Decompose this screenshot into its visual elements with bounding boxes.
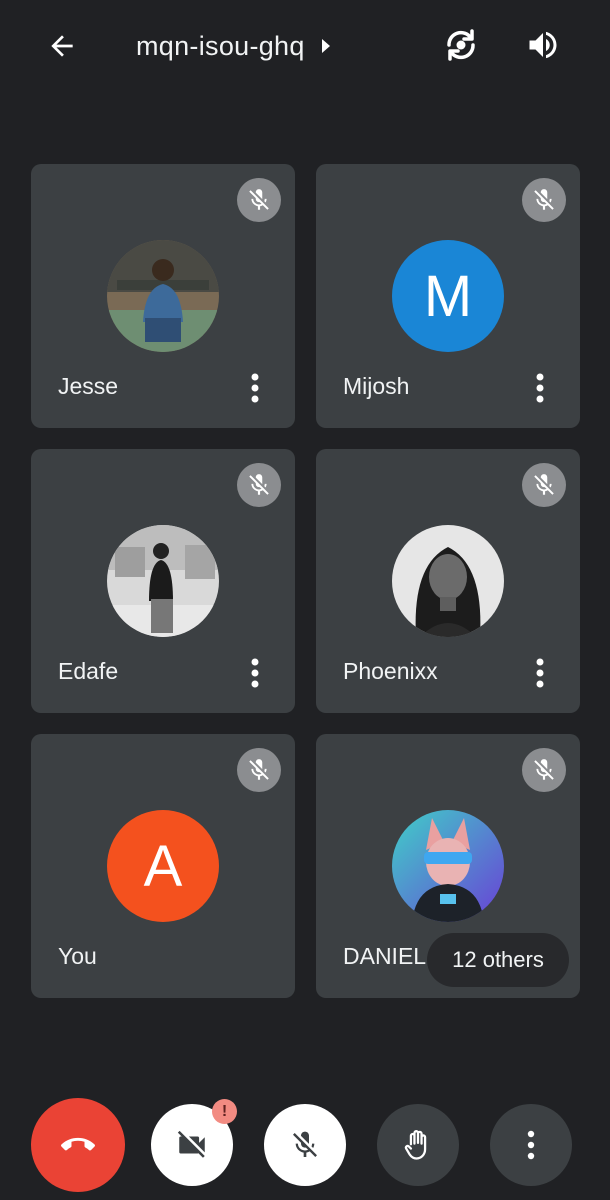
more-vert-icon <box>536 658 544 688</box>
participant-options-button[interactable] <box>237 653 273 693</box>
participant-name: Mijosh <box>343 373 410 399</box>
participant-options-button[interactable] <box>522 653 558 693</box>
mic-off-icon <box>293 1131 317 1157</box>
mic-off-icon <box>534 759 554 780</box>
avatar-photo <box>107 240 219 352</box>
others-count-button[interactable]: 12 others <box>427 933 569 987</box>
participant-tile-self[interactable]: A You <box>31 734 295 998</box>
avatar-photo <box>392 810 504 922</box>
avatar-initial: M <box>392 240 504 352</box>
participant-name: You <box>58 943 97 969</box>
mic-off-icon <box>534 474 554 495</box>
participant-name: Phoenixx <box>343 658 438 684</box>
mic-off-icon <box>249 474 269 495</box>
back-button[interactable] <box>40 24 84 68</box>
more-vert-icon <box>536 373 544 403</box>
participant-name: DANIEL <box>343 943 427 969</box>
mic-off-icon <box>249 189 269 210</box>
meeting-code: mqn-isou-ghq <box>136 30 305 61</box>
volume-icon <box>529 31 557 59</box>
avatar-photo <box>392 525 504 637</box>
muted-badge <box>237 748 281 792</box>
more-vert-icon <box>527 1130 535 1160</box>
participant-tile[interactable]: Edafe <box>31 449 295 713</box>
hand-icon <box>404 1130 427 1160</box>
participant-tile[interactable]: M Mijosh <box>316 164 580 428</box>
participant-name: Jesse <box>58 373 119 399</box>
mic-off-icon <box>534 189 554 210</box>
participant-options-button[interactable] <box>522 368 558 408</box>
more-vert-icon <box>251 658 259 688</box>
muted-badge <box>237 463 281 507</box>
videocam-off-icon <box>177 1130 205 1158</box>
switch-camera-icon <box>447 29 475 61</box>
meeting-title[interactable]: mqn-isou-ghq <box>136 26 333 66</box>
caret-right-icon <box>321 39 330 53</box>
participant-options-button[interactable] <box>237 368 273 408</box>
mic-off-icon <box>249 759 269 780</box>
audio-output-button[interactable] <box>520 22 566 68</box>
participant-tile[interactable]: Phoenixx <box>316 449 580 713</box>
arrow-back-icon <box>51 35 73 57</box>
switch-camera-button[interactable] <box>438 22 484 68</box>
camera-alert-badge: ! <box>212 1099 237 1124</box>
mic-toggle-button[interactable] <box>264 1104 346 1186</box>
raise-hand-button[interactable] <box>377 1104 459 1186</box>
muted-badge <box>522 463 566 507</box>
muted-badge <box>522 748 566 792</box>
muted-badge <box>237 178 281 222</box>
muted-badge <box>522 178 566 222</box>
avatar-photo <box>107 525 219 637</box>
more-options-button[interactable] <box>490 1104 572 1186</box>
avatar-initial: A <box>107 810 219 922</box>
top-bar: mqn-isou-ghq <box>0 0 610 92</box>
more-vert-icon <box>251 373 259 403</box>
end-call-button[interactable] <box>31 1098 125 1192</box>
participant-tile[interactable]: Jesse <box>31 164 295 428</box>
participant-name: Edafe <box>58 658 119 684</box>
call-end-icon <box>61 1137 95 1151</box>
